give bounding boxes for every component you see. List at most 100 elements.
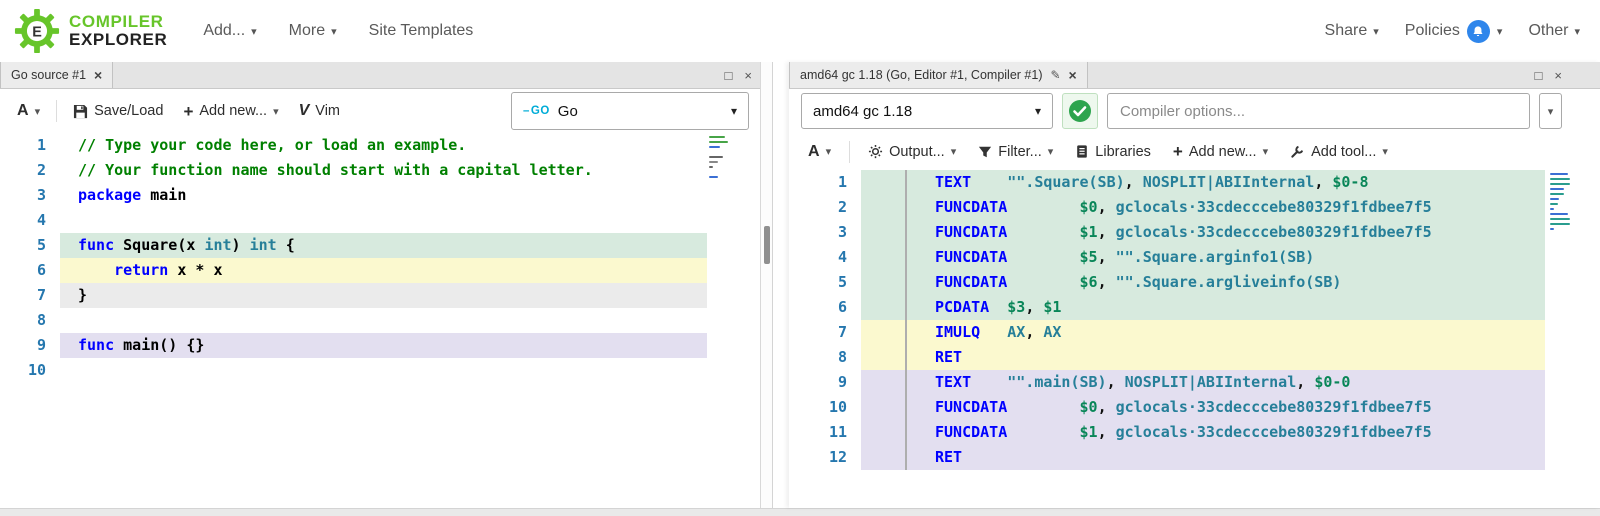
output-label: Output... [889, 144, 945, 160]
code-line-7[interactable]: 7IMULQ AX, AX [789, 320, 1600, 345]
close-icon[interactable]: × [744, 69, 752, 82]
line-number: 10 [789, 395, 861, 420]
font-size-button[interactable]: A ▾ [8, 96, 49, 126]
chevron-down-icon: ▾ [1373, 25, 1379, 38]
menu-site-templates[interactable]: Site Templates [369, 22, 474, 40]
code-line-1[interactable]: 1// Type your code here, or load an exam… [0, 133, 760, 158]
source-editor-panel: Go source #1 × □ × A ▾ Save/Lo [0, 62, 760, 508]
source-window-buttons: □ × [725, 62, 760, 88]
code-line-6[interactable]: 6 return x * x [0, 258, 760, 283]
close-icon[interactable]: × [1069, 68, 1077, 82]
panels-container: Go source #1 × □ × A ▾ Save/Lo [0, 62, 1600, 508]
chevron-down-icon: ▾ [35, 105, 41, 118]
code-line-8[interactable]: 8 [0, 308, 760, 333]
add-new-label: Add new... [199, 103, 267, 119]
menu-policies-label: Policies [1405, 22, 1460, 40]
tab-go-source[interactable]: Go source #1 × [0, 62, 113, 88]
code-line-content: FUNCDATA $0, gclocals·33cdecccebe80329f1… [861, 195, 1545, 220]
font-size-button[interactable]: A ▾ [799, 137, 840, 167]
compiler-window-buttons: □ × [1535, 62, 1600, 88]
line-number: 1 [0, 133, 60, 158]
code-line-8[interactable]: 8RET [789, 345, 1600, 370]
close-icon[interactable]: × [1554, 69, 1562, 82]
line-number: 2 [0, 158, 60, 183]
assembly-output-editor[interactable]: 1TEXT "".Square(SB), NOSPLIT|ABIInternal… [789, 170, 1600, 508]
compiler-explorer-logo[interactable]: E COMPILER EXPLORER [14, 8, 167, 54]
code-line-5[interactable]: 5func Square(x int) int { [0, 233, 760, 258]
code-line-content: RET [861, 445, 1545, 470]
code-line-7[interactable]: 7} [0, 283, 760, 308]
chevron-down-icon: ▾ [331, 25, 337, 38]
compiler-select[interactable]: amd64 gc 1.18 ▾ [801, 93, 1053, 129]
save-load-button[interactable]: Save/Load [64, 97, 172, 125]
code-line-4[interactable]: 4 [0, 208, 760, 233]
close-icon[interactable]: × [94, 68, 102, 82]
logo-text: COMPILER EXPLORER [69, 13, 167, 50]
minimap[interactable] [1550, 173, 1572, 230]
bell-icon [1472, 25, 1484, 38]
splitter-drag-handle[interactable] [764, 226, 770, 264]
source-code-editor[interactable]: 1// Type your code here, or load an exam… [0, 133, 760, 508]
menu-other[interactable]: Other ▾ [1528, 22, 1580, 40]
minimap[interactable] [709, 136, 731, 178]
compiler-toolbar: A ▾ Output... ▾ Filter... ▾ [789, 133, 1600, 170]
add-new-button[interactable]: + Add new... ▾ [1164, 137, 1277, 166]
compiler-selected-label: amd64 gc 1.18 [813, 103, 912, 120]
chevron-down-icon: ▾ [1048, 145, 1054, 158]
output-button[interactable]: Output... ▾ [859, 138, 965, 166]
tab-compiler[interactable]: amd64 gc 1.18 (Go, Editor #1, Compiler #… [789, 62, 1088, 88]
options-dropdown-button[interactable]: ▾ [1539, 93, 1562, 129]
maximize-icon[interactable]: □ [725, 69, 733, 82]
code-line-3[interactable]: 3package main [0, 183, 760, 208]
code-line-4[interactable]: 4FUNCDATA $5, "".Square.arginfo1(SB) [789, 245, 1600, 270]
code-line-5[interactable]: 5FUNCDATA $6, "".Square.argliveinfo(SB) [789, 270, 1600, 295]
code-line-9[interactable]: 9func main() {} [0, 333, 760, 358]
menu-more[interactable]: More ▾ [289, 22, 337, 40]
vim-toggle-button[interactable]: V Vim [290, 96, 349, 126]
code-line-content: // Type your code here, or load an examp… [60, 133, 707, 158]
menu-policies[interactable]: Policies ▾ [1405, 20, 1503, 43]
code-line-3[interactable]: 3FUNCDATA $1, gclocals·33cdecccebe80329f… [789, 220, 1600, 245]
code-line-11[interactable]: 11FUNCDATA $1, gclocals·33cdecccebe80329… [789, 420, 1600, 445]
notification-bell-badge[interactable] [1467, 20, 1490, 43]
code-line-content: FUNCDATA $1, gclocals·33cdecccebe80329f1… [861, 220, 1545, 245]
chevron-down-icon: ▾ [1035, 104, 1041, 118]
filter-button[interactable]: Filter... ▾ [969, 138, 1062, 166]
menu-add[interactable]: Add... ▾ [203, 22, 256, 40]
line-number: 3 [0, 183, 60, 208]
add-tool-label: Add tool... [1311, 144, 1376, 160]
code-line-10[interactable]: 10 [0, 358, 760, 383]
right-menu: Share ▾ Policies ▾ Other ▾ [1325, 20, 1580, 43]
code-line-12[interactable]: 12RET [789, 445, 1600, 470]
chevron-down-icon: ▾ [731, 104, 737, 118]
chevron-down-icon: ▾ [1382, 145, 1388, 158]
code-line-2[interactable]: 2// Your function name should start with… [0, 158, 760, 183]
compiler-selection-row: amd64 gc 1.18 ▾ ▾ [789, 89, 1600, 133]
code-line-10[interactable]: 10FUNCDATA $0, gclocals·33cdecccebe80329… [789, 395, 1600, 420]
menu-share[interactable]: Share ▾ [1325, 22, 1379, 40]
compiler-options-input[interactable] [1107, 93, 1530, 129]
language-select[interactable]: GO Go ▾ [511, 92, 749, 130]
window-bottom-edge [0, 508, 1600, 516]
logo-word-explorer: EXPLORER [69, 31, 167, 49]
rename-pencil-icon[interactable]: ✎ [1050, 68, 1060, 82]
plus-icon: + [1173, 143, 1183, 160]
panel-splitter[interactable] [760, 62, 789, 508]
gear-logo-icon: E [14, 8, 60, 54]
code-line-6[interactable]: 6PCDATA $3, $1 [789, 295, 1600, 320]
code-line-content: FUNCDATA $0, gclocals·33cdecccebe80329f1… [861, 395, 1545, 420]
libraries-button[interactable]: Libraries [1066, 138, 1160, 166]
source-toolbar: A ▾ Save/Load + Add new... ▾ V Vi [0, 89, 760, 133]
code-line-content: return x * x [60, 258, 707, 283]
add-new-button[interactable]: + Add new... ▾ [174, 97, 287, 126]
code-line-content: package main [60, 183, 707, 208]
code-line-9[interactable]: 9TEXT "".main(SB), NOSPLIT|ABIInternal, … [789, 370, 1600, 395]
code-line-2[interactable]: 2FUNCDATA $0, gclocals·33cdecccebe80329f… [789, 195, 1600, 220]
add-tool-button[interactable]: Add tool... ▾ [1281, 138, 1397, 166]
compiler-tab-bar: amd64 gc 1.18 (Go, Editor #1, Compiler #… [789, 62, 1600, 89]
maximize-icon[interactable]: □ [1535, 69, 1543, 82]
chevron-down-icon: ▾ [1263, 145, 1269, 158]
splitter-bar[interactable] [760, 62, 773, 508]
font-size-label: A [17, 102, 29, 120]
code-line-1[interactable]: 1TEXT "".Square(SB), NOSPLIT|ABIInternal… [789, 170, 1600, 195]
